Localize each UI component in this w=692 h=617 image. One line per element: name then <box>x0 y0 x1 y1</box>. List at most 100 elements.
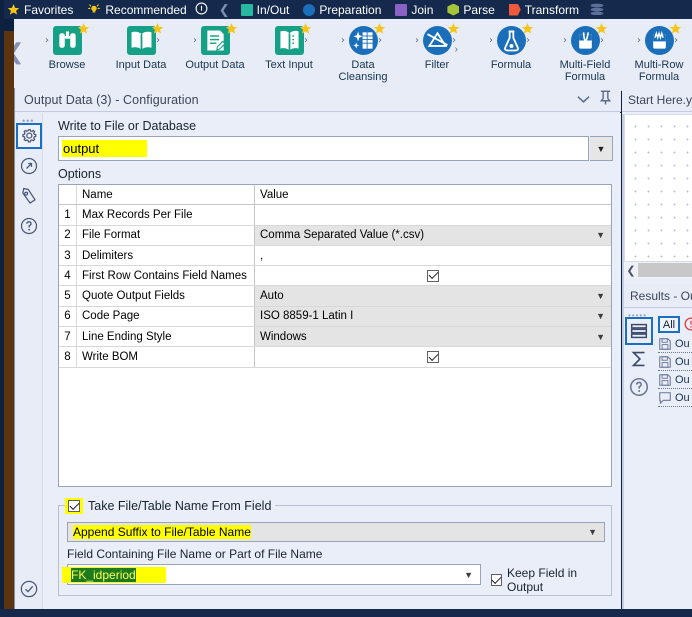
lightbulb-icon <box>87 3 101 16</box>
tool-output-data[interactable]: › Output Data <box>178 19 252 91</box>
chevron-left-icon[interactable]: ❮ <box>624 264 638 277</box>
tag-icon <box>18 186 40 206</box>
category-more[interactable] <box>586 0 611 19</box>
square-icon <box>240 3 253 16</box>
category-label: Preparation <box>319 2 382 17</box>
results-rows-button[interactable] <box>625 317 653 345</box>
row-value: Windows <box>260 330 307 343</box>
row-value[interactable] <box>255 205 611 224</box>
row-value-checkbox-cell[interactable] <box>255 266 611 285</box>
results-summary-button[interactable] <box>627 347 651 371</box>
checkbox-write-bom[interactable] <box>427 351 439 364</box>
table-row[interactable]: 1 Max Records Per File <box>59 205 611 226</box>
canvas-horizontal-scrollbar[interactable]: ❮ <box>624 262 692 278</box>
pin-icon[interactable] <box>599 90 612 110</box>
table-row[interactable]: 7 Line Ending Style Windows ▼ <box>59 327 611 348</box>
take-file-name-checkbox-row[interactable]: Take File/Table Name From Field <box>65 497 276 515</box>
list-item-text: Ou <box>675 355 690 368</box>
configuration-icon-rail: ••• <box>15 113 43 609</box>
configuration-panel: Output Data (3) - Configuration ••• Writ… <box>14 88 621 609</box>
results-filter-all-label: All <box>662 318 676 331</box>
rail-item-runtime[interactable] <box>18 155 40 177</box>
row-value-select[interactable]: Comma Separated Value (*.csv) ▼ <box>255 225 611 245</box>
append-mode-value: Append Suffix to File/Table Name <box>73 525 251 539</box>
tool-multi-field-formula[interactable]: › › Multi-Field Formula <box>548 19 622 91</box>
results-filter-all-button[interactable]: All <box>658 316 680 333</box>
chevron-left-icon: › <box>193 35 197 46</box>
table-row[interactable]: 5 Quote Output Fields Auto ▼ <box>59 286 611 307</box>
list-item[interactable]: Ou <box>658 353 692 371</box>
tool-multi-row-formula[interactable]: › › Multi-Row Formula <box>622 19 692 91</box>
check-circle-icon[interactable] <box>19 579 39 599</box>
star-icon <box>151 22 164 35</box>
category-in-out[interactable]: In/Out <box>234 0 297 19</box>
right-panel: Start Here.y ❮ Results - Ou ••••• All Ou… <box>622 88 692 609</box>
chevron-left-icon[interactable]: ❮ <box>215 2 234 18</box>
table-row[interactable]: 8 Write BOM <box>59 347 611 368</box>
star-icon <box>373 22 386 35</box>
row-value-select[interactable]: Auto ▼ <box>255 286 611 306</box>
row-number: 7 <box>59 327 77 347</box>
row-value[interactable]: , <box>255 246 611 265</box>
write-to-file-dropdown-button[interactable]: ▼ <box>590 136 613 161</box>
checkbox-take-file-table-name[interactable] <box>68 500 80 512</box>
canvas-tab-bar: Start Here.y <box>622 88 692 112</box>
field-containing-name-row: FK_idperiod ▼ Keep Field in Output <box>62 564 605 594</box>
tool-formula[interactable]: › › Formula <box>474 19 548 91</box>
row-value-select[interactable]: ISO 8859-1 Latin I ▼ <box>255 306 611 327</box>
question-icon <box>627 377 651 403</box>
checkbox-keep-field-in-output[interactable] <box>491 574 502 586</box>
row-value-select[interactable]: Windows ▼ <box>255 327 611 347</box>
category-label: Parse <box>463 2 495 17</box>
grid-header-num <box>59 185 77 205</box>
tool-data-cleansing[interactable]: › › Data Cleansing <box>326 19 400 91</box>
category-join[interactable]: Join <box>388 0 440 19</box>
table-row[interactable]: 6 Code Page ISO 8859-1 Latin I ▼ <box>59 306 611 328</box>
category-preparation[interactable]: Preparation <box>296 0 388 19</box>
append-mode-select[interactable]: Append Suffix to File/Table Name ▼ <box>67 522 605 542</box>
results-title: Results - Ou <box>630 288 692 303</box>
category-parse[interactable]: Parse <box>440 0 501 19</box>
chevron-down-icon[interactable] <box>577 91 590 109</box>
chevron-left-icon: › <box>563 35 567 46</box>
field-containing-name-select[interactable]: FK_idperiod ▼ <box>62 564 481 585</box>
star-icon <box>669 22 682 35</box>
options-label: Options <box>58 167 102 181</box>
info-icon[interactable] <box>195 2 208 17</box>
tool-label: Output Data <box>185 59 245 71</box>
error-circle-icon[interactable] <box>684 317 692 331</box>
table-row[interactable]: 3 Delimiters , <box>59 245 611 267</box>
page-title: Output Data (3) - Configuration <box>24 92 199 107</box>
table-row[interactable]: 2 File Format Comma Separated Value (*.c… <box>59 225 611 246</box>
tool-browse[interactable]: › Browse <box>30 19 104 91</box>
chevron-down-icon: ▼ <box>596 143 606 154</box>
rail-item-configuration[interactable] <box>16 123 42 149</box>
category-transform[interactable]: Transform <box>502 0 586 19</box>
workflow-canvas[interactable] <box>624 114 692 262</box>
tool-input-data[interactable]: › Input Data <box>104 19 178 91</box>
category-favorites[interactable]: Favorites <box>0 0 80 19</box>
rail-item-annotation[interactable] <box>18 185 40 207</box>
row-name: Delimiters <box>77 245 255 266</box>
category-label: Transform <box>524 2 579 17</box>
results-help-button[interactable] <box>627 375 651 399</box>
tool-label: Multi-Field Formula <box>559 59 611 83</box>
scrollbar-thumb[interactable] <box>638 263 692 277</box>
row-name: Line Ending Style <box>77 327 255 347</box>
list-item[interactable]: Ou <box>658 389 692 407</box>
checkbox-first-row-field-names[interactable] <box>427 269 439 282</box>
chevron-right-icon: › <box>378 35 382 46</box>
list-item[interactable]: Ou <box>658 371 692 389</box>
rail-item-help[interactable] <box>18 215 40 237</box>
category-label: Join <box>411 2 434 17</box>
keep-field-in-output-row[interactable]: Keep Field in Output <box>491 566 605 594</box>
write-to-file-input[interactable]: output <box>58 136 589 161</box>
canvas-tab-start-here[interactable]: Start Here.y <box>622 93 692 107</box>
table-row[interactable]: 4 First Row Contains Field Names <box>59 266 611 287</box>
tool-text-input[interactable]: › Text Input <box>252 19 326 91</box>
row-value-checkbox-cell[interactable] <box>255 347 611 366</box>
category-recommended[interactable]: Recommended <box>80 0 214 19</box>
tool-filter[interactable]: › › › Filter <box>400 19 474 91</box>
list-item[interactable]: Ou <box>658 335 692 353</box>
tool-label: Input Data <box>115 59 167 71</box>
